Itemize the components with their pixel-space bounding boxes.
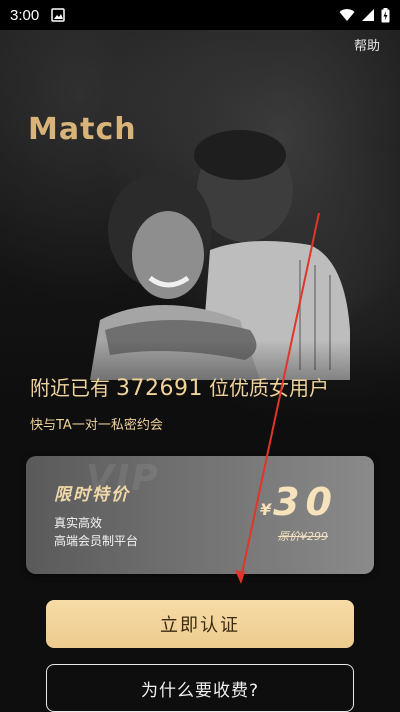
help-link[interactable]: 帮助 xyxy=(354,35,380,54)
headline-suffix: 位优质女用户 xyxy=(208,376,329,400)
offer-feature-1: 真实高效 xyxy=(54,516,103,530)
status-time: 3:00 xyxy=(10,6,40,24)
battery-charging-icon xyxy=(381,7,390,22)
price-amount: 30 xyxy=(273,480,338,524)
headline: 附近已有 372691 位优质女用户 xyxy=(30,372,329,401)
offer-price: ¥ 30 xyxy=(260,480,338,524)
status-icons xyxy=(339,7,390,23)
signal-icon xyxy=(362,9,374,21)
offer-feature-2: 高端会员制平台 xyxy=(54,534,139,548)
price-currency: ¥ xyxy=(259,500,272,519)
verify-now-button[interactable]: 立即认证 xyxy=(46,600,354,648)
subline: 快与TA一对一私密约会 xyxy=(30,418,163,433)
offer-title: 限时特价 xyxy=(54,485,130,505)
brand-logo: Match xyxy=(28,112,137,147)
offer-card: VIP 限时特价 真实高效 高端会员制平台 ¥ 30 原价¥299 xyxy=(26,456,374,574)
status-bar: 3:00 xyxy=(0,0,400,30)
headline-prefix: 附近已有 xyxy=(30,376,110,400)
user-count: 372691 xyxy=(116,376,203,401)
why-charge-button[interactable]: 为什么要收费? xyxy=(46,664,354,712)
wifi-icon xyxy=(339,9,355,21)
original-price: 原价¥299 xyxy=(278,530,328,543)
image-icon xyxy=(51,8,65,22)
